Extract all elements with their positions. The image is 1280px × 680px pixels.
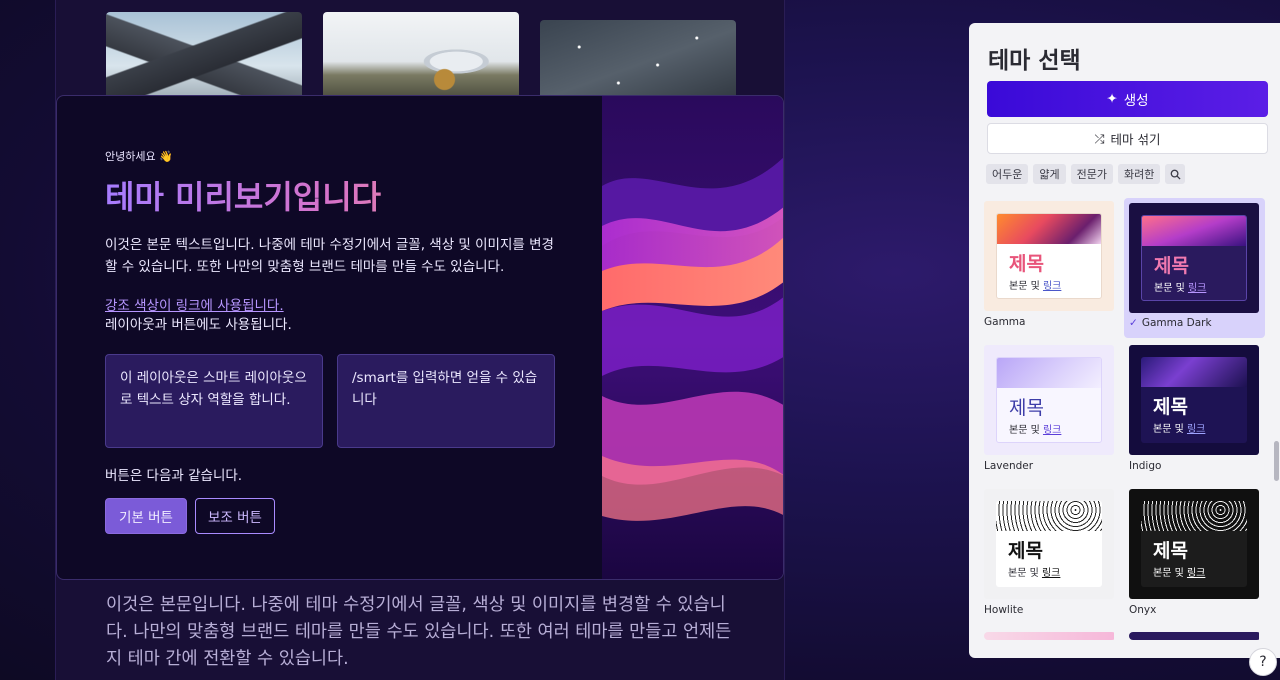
theme-tile-howlite[interactable]: 제목 본문 및 링크 Howlite (984, 489, 1116, 625)
search-icon (1170, 169, 1181, 180)
tile-heading: 제목 (1153, 396, 1188, 418)
tile-body: 본문 및 (1009, 281, 1040, 292)
theme-selection-panel: 테마 선택 ✦ 생성 ⤮ 테마 섞기 어두운 얇게 전문가 화려한 제목 본문 … (969, 23, 1280, 658)
preview-accent-link[interactable]: 강조 색상이 링크에 사용됩니다. (105, 294, 565, 314)
tile-link: 링크 (1186, 568, 1206, 579)
theme-filters: 어두운 얇게 전문가 화려한 (986, 164, 1186, 184)
theme-tile-lavender[interactable]: 제목 본문 및 링크 Lavender (984, 345, 1116, 481)
filter-chip-colorful[interactable]: 화려한 (1118, 164, 1161, 184)
theme-tile-onyx[interactable]: 제목 본문 및 링크 Onyx (1129, 489, 1261, 625)
preview-greeting: 안녕하세요 👋 (105, 150, 173, 163)
theme-name-gamma: Gamma (984, 316, 1026, 328)
theme-tile-next-2[interactable] (1129, 632, 1261, 640)
tile-heading: 제목 (1154, 255, 1189, 277)
abstract-wave-image (602, 96, 783, 579)
tile-heading: 제목 (1009, 397, 1044, 419)
theme-name-howlite: Howlite (984, 604, 1024, 616)
filter-chip-light[interactable]: 얇게 (1033, 164, 1066, 184)
astronaut-thumbnail[interactable] (323, 12, 519, 102)
checkmark-icon: ✓ (1129, 317, 1138, 329)
theme-name-lavender: Lavender (984, 460, 1034, 472)
filter-chip-dark[interactable]: 어두운 (986, 164, 1029, 184)
generate-button-label: 생성 (1123, 93, 1149, 108)
tile-link: 링크 (1187, 283, 1207, 294)
theme-list-scrollbar[interactable] (1272, 201, 1280, 631)
tile-body: 본문 및 (1008, 568, 1039, 579)
generate-button[interactable]: ✦ 생성 (987, 81, 1268, 117)
theme-tile-next-1[interactable] (984, 632, 1116, 640)
preview-content: 안녕하세요 👋 테마 미리보기입니다 이것은 본문 텍스트입니다. 나중에 테마… (105, 148, 565, 534)
theme-tile-indigo[interactable]: 제목 본문 및 링크 Indigo (1129, 345, 1261, 481)
tile-link: 링크 (1041, 568, 1061, 579)
sparkle-icon: ✦ (1106, 91, 1118, 106)
filter-chip-professional[interactable]: 전문가 (1070, 164, 1113, 184)
preview-body-text-2: 레이아웃과 버튼에도 사용됩니다. (105, 317, 292, 333)
tile-body: 본문 및 (1154, 283, 1185, 294)
tile-body: 본문 및 (1153, 568, 1184, 579)
buttons-caption: 버튼은 다음과 같습니다. (105, 468, 243, 484)
preview-primary-button[interactable]: 기본 버튼 (105, 498, 187, 534)
mountain-thumbnail[interactable] (106, 12, 302, 102)
tile-heading: 제목 (1009, 253, 1044, 275)
smart-layout-box-2: /smart를 입력하면 얻을 수 있습니다 (337, 354, 555, 448)
tile-body: 본문 및 (1009, 425, 1040, 436)
tile-link: 링크 (1042, 425, 1062, 436)
shuffle-button-label: 테마 섞기 (1110, 132, 1161, 147)
preview-secondary-button[interactable]: 보조 버튼 (194, 498, 275, 534)
tile-heading: 제목 (1153, 540, 1188, 562)
theme-tile-gamma-dark[interactable]: 제목 본문 및 링크 ✓ Gamma Dark (1124, 198, 1265, 338)
shuffle-icon: ⤮ (1094, 130, 1105, 146)
help-button[interactable]: ? (1249, 648, 1277, 676)
tile-heading: 제목 (1008, 540, 1043, 562)
panel-title: 테마 선택 (988, 48, 1081, 74)
tile-body: 본문 및 (1153, 424, 1184, 435)
tile-link: 링크 (1186, 424, 1206, 435)
tile-link: 링크 (1042, 281, 1062, 292)
theme-name-gamma-dark: ✓ Gamma Dark (1129, 317, 1212, 329)
preview-body-text: 이것은 본문 텍스트입니다. 나중에 테마 수정기에서 글꼴, 색상 및 이미지… (105, 237, 554, 275)
theme-name-onyx: Onyx (1129, 604, 1157, 616)
theme-name-indigo: Indigo (1129, 460, 1162, 472)
theme-preview-card: 안녕하세요 👋 테마 미리보기입니다 이것은 본문 텍스트입니다. 나중에 테마… (56, 95, 784, 580)
preview-title: 테마 미리보기입니다 (105, 176, 565, 218)
shuffle-themes-button[interactable]: ⤮ 테마 섞기 (987, 123, 1268, 154)
theme-tile-gamma[interactable]: 제목 본문 및 링크 Gamma (984, 201, 1116, 337)
smart-layout-box-1: 이 레이아웃은 스마트 레이아웃으로 텍스트 상자 역할을 합니다. (105, 354, 323, 448)
canvas-body-text: 이것은 본문입니다. 나중에 테마 수정기에서 글꼴, 색상 및 이미지를 변경… (106, 595, 732, 669)
scrollbar-thumb[interactable] (1274, 441, 1279, 481)
filter-search-button[interactable] (1165, 164, 1186, 184)
